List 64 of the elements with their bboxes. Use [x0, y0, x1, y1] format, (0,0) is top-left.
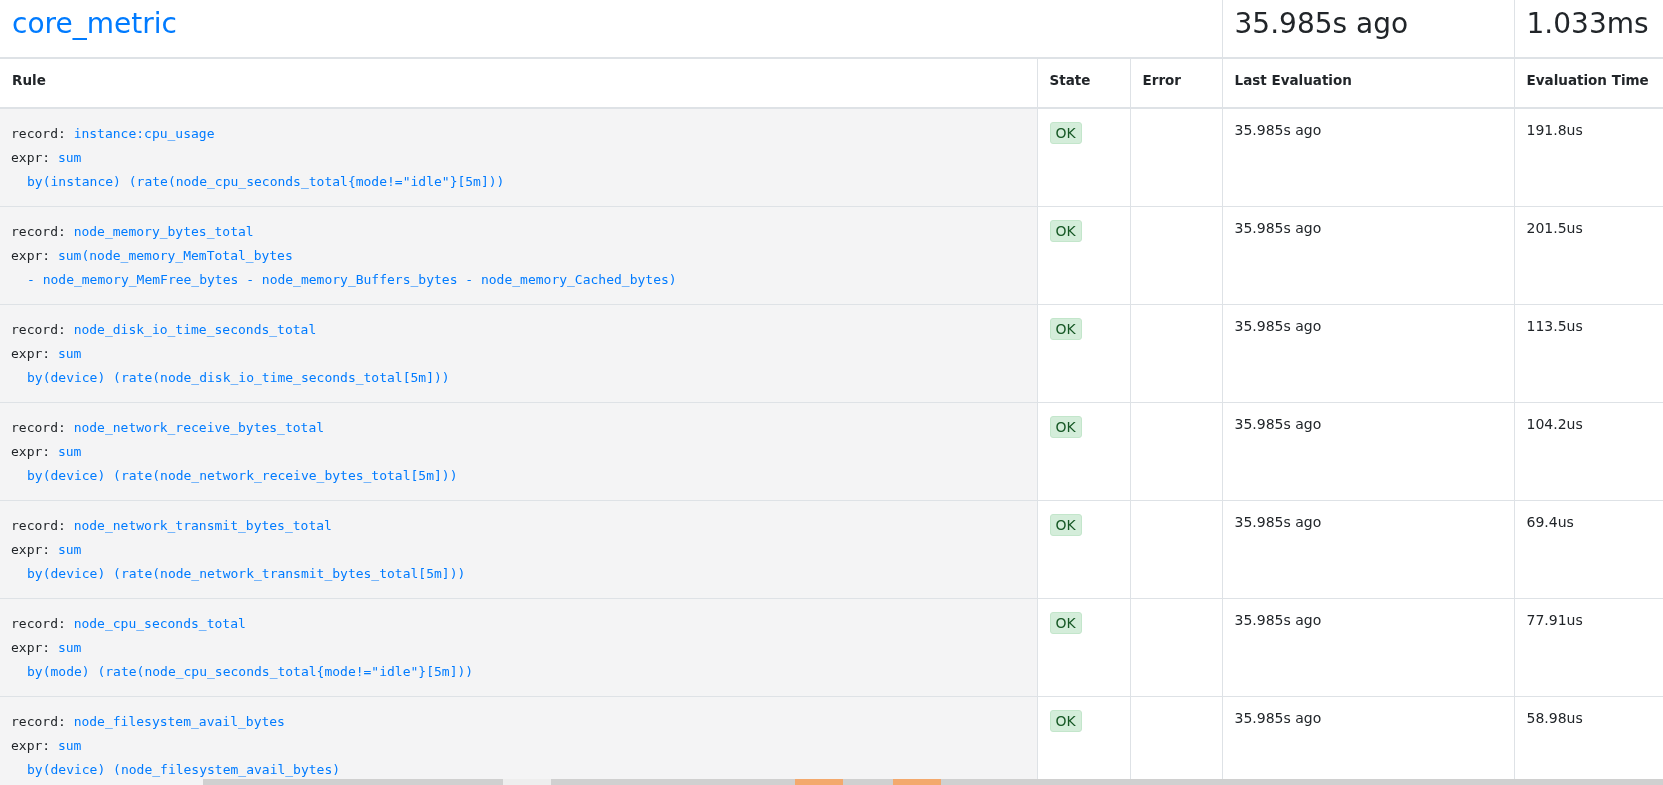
evaluation-time-text: 201.5us: [1526, 220, 1583, 236]
record-label: record:: [11, 616, 66, 631]
last-evaluation-text: 35.985s ago: [1234, 612, 1322, 628]
expr-label: expr:: [11, 542, 51, 557]
record-label: record:: [11, 714, 66, 729]
expr-link[interactable]: sum: [57, 150, 82, 165]
last-evaluation-text: 35.985s ago: [1234, 710, 1322, 726]
record-label: record:: [11, 518, 66, 533]
expr-text: by(device) (rate(node_disk_io_time_seconds_total[5m])): [27, 370, 450, 385]
column-header: Rule: [12, 72, 46, 88]
record-label: record:: [11, 322, 66, 337]
expr-link[interactable]: sum: [57, 738, 82, 753]
state-badge: OK: [1049, 514, 1082, 536]
record-link[interactable]: node_cpu_seconds_total: [73, 616, 246, 631]
evaluation-time-text: 69.4us: [1526, 514, 1574, 530]
expr-text: by(instance) (rate(node_cpu_seconds_total{mode!="idle"}[5m])): [27, 174, 505, 189]
record-link[interactable]: node_disk_io_time_seconds_total: [73, 322, 317, 337]
record-label: record:: [11, 126, 66, 141]
last-evaluation-text: 35.985s ago: [1234, 220, 1322, 236]
evaluation-time-text: 104.2us: [1526, 416, 1583, 432]
state-badge: OK: [1049, 612, 1082, 634]
record-link[interactable]: node_network_receive_bytes_total: [73, 420, 325, 435]
group-last-evaluation: 35.985s ago: [1234, 7, 1409, 40]
expr-label: expr:: [11, 150, 51, 165]
record-link[interactable]: instance:cpu_usage: [73, 126, 215, 141]
expr-link[interactable]: sum: [57, 640, 82, 655]
last-evaluation-text: 35.985s ago: [1234, 514, 1322, 530]
record-label: record:: [11, 224, 66, 239]
evaluation-time-text: 113.5us: [1526, 318, 1583, 334]
column-header: State: [1049, 72, 1091, 88]
evaluation-time-text: 58.98us: [1526, 710, 1583, 726]
last-evaluation-text: 35.985s ago: [1234, 122, 1322, 138]
state-badge: OK: [1049, 318, 1082, 340]
expr-text: by(mode) (rate(node_cpu_seconds_total{mode!="idle"}[5m])): [27, 664, 474, 679]
expr-link[interactable]: sum: [57, 444, 82, 459]
expr-label: expr:: [11, 346, 51, 361]
evaluation-time-text: 77.91us: [1526, 612, 1583, 628]
expr-link[interactable]: sum: [57, 346, 82, 361]
last-evaluation-text: 35.985s ago: [1234, 416, 1322, 432]
state-badge: OK: [1049, 710, 1082, 732]
expr-label: expr:: [11, 444, 51, 459]
record-link[interactable]: node_memory_bytes_total: [73, 224, 254, 239]
expr-link[interactable]: sum(node_memory_MemTotal_bytes: [57, 248, 293, 263]
expr-text: by(device) (node_filesystem_avail_bytes): [27, 762, 341, 777]
last-evaluation-text: 35.985s ago: [1234, 318, 1322, 334]
column-header: Last Evaluation: [1234, 72, 1352, 88]
state-badge: OK: [1049, 220, 1082, 242]
group-title-link[interactable]: core_metric: [12, 7, 177, 40]
record-label: record:: [11, 420, 66, 435]
group-evaluation-time: 1.033ms: [1526, 7, 1649, 40]
expr-text: by(device) (rate(node_network_receive_bytes_total[5m])): [27, 468, 458, 483]
expr-text: - node_memory_MemFree_bytes - node_memory_Buffers_bytes - node_memory_Cached_bytes): [27, 272, 677, 287]
record-link[interactable]: node_network_transmit_bytes_total: [73, 518, 332, 533]
expr-label: expr:: [11, 640, 51, 655]
expr-label: expr:: [11, 738, 51, 753]
column-header: Evaluation Time: [1526, 72, 1649, 88]
column-header: Error: [1142, 72, 1181, 88]
state-badge: OK: [1049, 416, 1082, 438]
state-badge: OK: [1049, 122, 1082, 144]
evaluation-time-text: 191.8us: [1526, 122, 1583, 138]
record-link[interactable]: node_filesystem_avail_bytes: [73, 714, 285, 729]
expr-text: by(device) (rate(node_network_transmit_bytes_total[5m])): [27, 566, 466, 581]
expr-link[interactable]: sum: [57, 542, 82, 557]
expr-label: expr:: [11, 248, 51, 263]
